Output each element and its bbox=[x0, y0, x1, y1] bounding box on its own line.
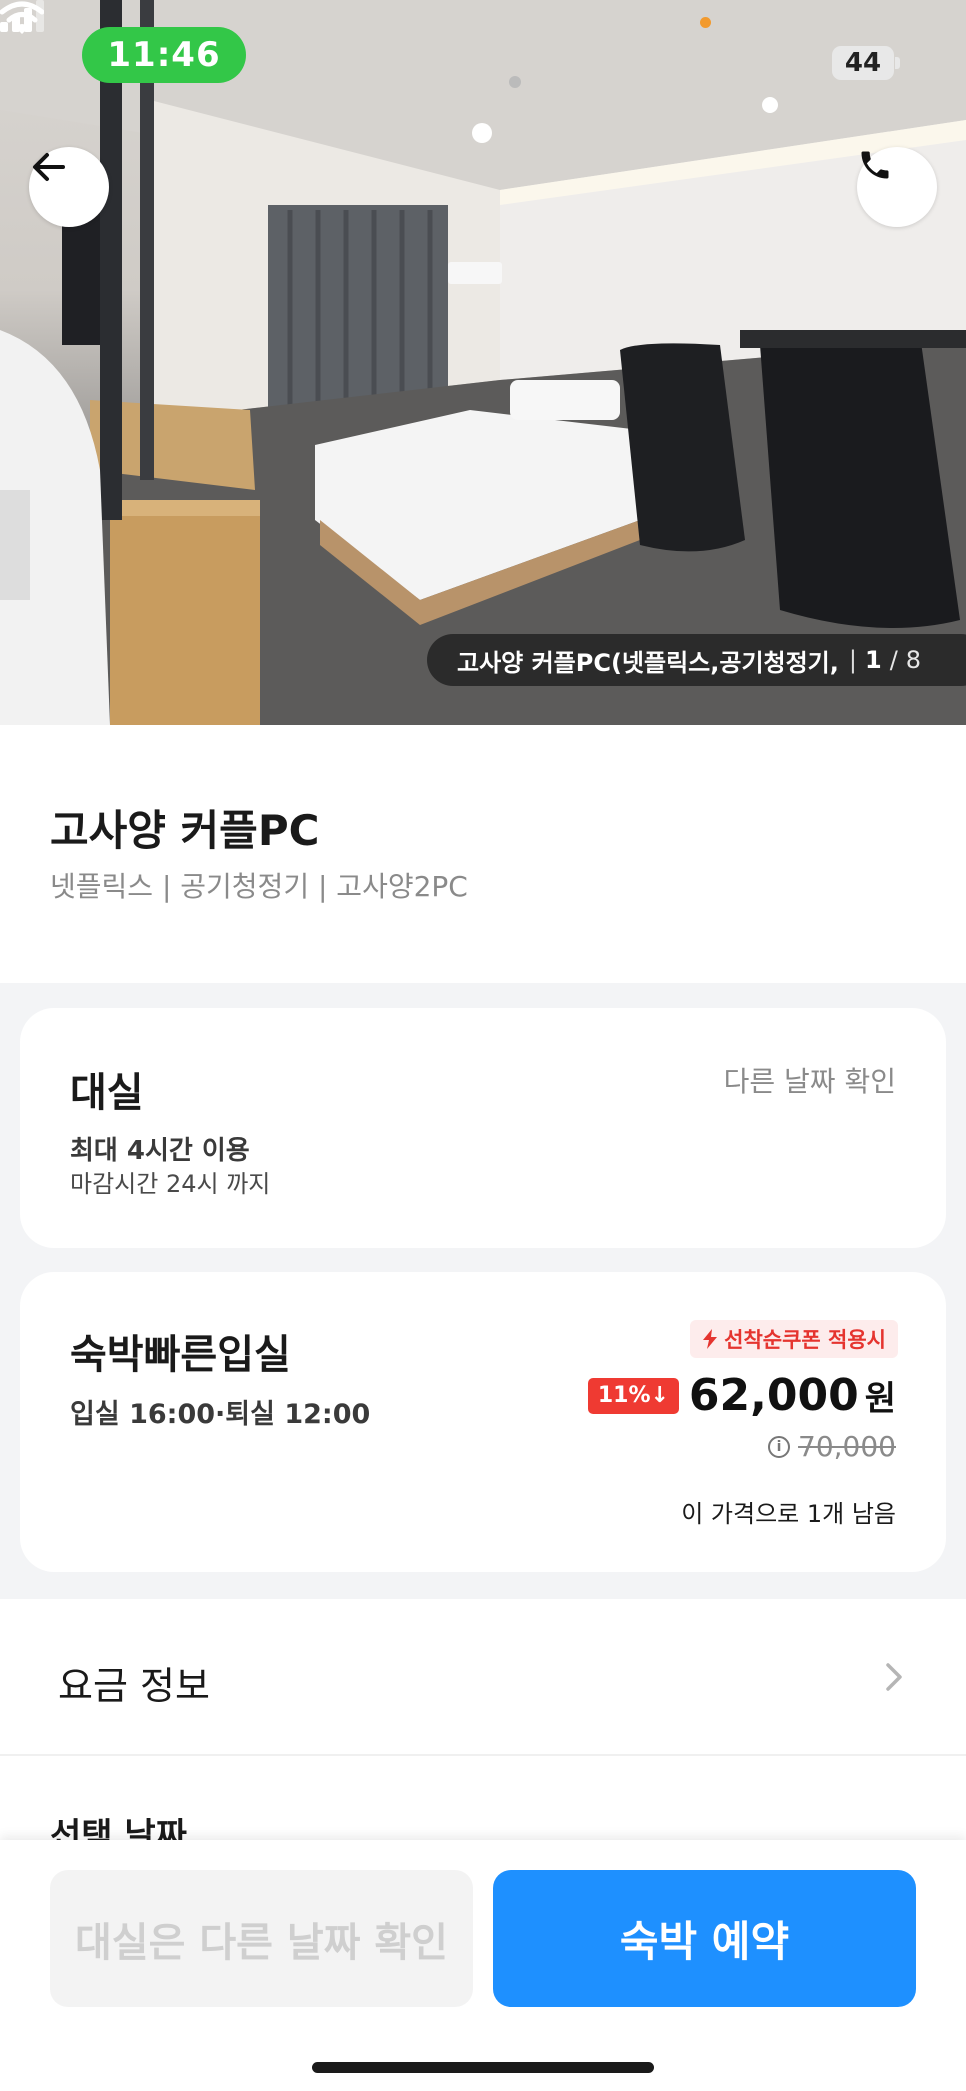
currency-unit: 원 bbox=[864, 1379, 896, 1419]
coupon-badge: 선착순쿠폰 적용시 bbox=[690, 1320, 898, 1358]
discount-badge: 11%↓ bbox=[587, 1377, 679, 1414]
overnight-title: 숙박빠른입실 bbox=[70, 1332, 291, 1378]
home-indicator[interactable] bbox=[312, 2062, 654, 2073]
photo-index: 1 bbox=[864, 646, 882, 674]
room-tags: 넷플릭스 | 공기청정기 | 고사양2PC bbox=[50, 870, 468, 903]
room-photo[interactable]: 11:46 44 고사양 커플PC(넷플릭스,공기청정기, | 1 / 8 bbox=[0, 0, 966, 725]
status-time[interactable]: 11:46 bbox=[82, 27, 246, 83]
privacy-indicator-dot bbox=[700, 17, 711, 28]
photo-separator: / bbox=[889, 646, 898, 674]
daystay-other-date-link[interactable]: 다른 날짜 확인 bbox=[724, 1060, 896, 1100]
daystay-title: 대실 bbox=[70, 1070, 144, 1116]
lightning-icon bbox=[703, 1329, 718, 1349]
price-row: 11%↓ 62,000 원 bbox=[587, 1370, 896, 1421]
book-overnight-button[interactable]: 숙박 예약 bbox=[493, 1870, 916, 2007]
photo-caption-text: 고사양 커플PC(넷플릭스,공기청정기, bbox=[457, 648, 839, 677]
photo-caption[interactable]: 고사양 커플PC(넷플릭스,공기청정기, | 1 / 8 bbox=[427, 634, 966, 686]
bottom-action-bar: 대실은 다른 날짜 확인 숙박 예약 bbox=[0, 1840, 966, 2091]
fee-info-row[interactable]: 요금 정보 bbox=[0, 1599, 966, 1756]
call-button[interactable] bbox=[857, 147, 937, 227]
wifi-icon bbox=[0, 1, 44, 34]
remaining-count: 이 가격으로 1개 남음 bbox=[681, 1500, 896, 1528]
caption-divider: | bbox=[848, 646, 857, 674]
battery-icon: 44 bbox=[832, 46, 900, 80]
status-bar: 11:46 44 bbox=[0, 0, 966, 110]
fee-info-label: 요금 정보 bbox=[58, 1664, 210, 1708]
daystay-max-use: 최대 4시간 이용 bbox=[70, 1136, 250, 1166]
back-button[interactable] bbox=[29, 147, 109, 227]
room-title: 고사양 커플PC bbox=[50, 806, 320, 855]
coupon-text: 선착순쿠폰 적용시 bbox=[724, 1328, 886, 1352]
daystay-deadline: 마감시간 24시 까지 bbox=[70, 1170, 271, 1198]
original-price: 70,000 bbox=[798, 1430, 896, 1463]
battery-level: 44 bbox=[832, 46, 894, 80]
phone-icon bbox=[861, 151, 889, 179]
photo-total: 8 bbox=[905, 646, 922, 674]
daystay-card[interactable]: 대실 다른 날짜 확인 최대 4시간 이용 마감시간 24시 까지 bbox=[20, 1008, 946, 1248]
room-header: 고사양 커플PC 넷플릭스 | 공기청정기 | 고사양2PC bbox=[0, 725, 966, 983]
daystay-other-date-button[interactable]: 대실은 다른 날짜 확인 bbox=[50, 1870, 473, 2007]
chevron-right-icon bbox=[886, 1663, 902, 1691]
battery-nub bbox=[895, 57, 900, 69]
sale-price: 62,000 bbox=[688, 1370, 859, 1421]
overnight-checkin-checkout: 입실 16:00·퇴실 12:00 bbox=[70, 1399, 371, 1430]
overnight-card[interactable]: 숙박빠른입실 입실 16:00·퇴실 12:00 선착순쿠폰 적용시 11%↓ … bbox=[20, 1272, 946, 1572]
original-price-row: i 70,000 bbox=[768, 1430, 896, 1463]
info-icon[interactable]: i bbox=[768, 1435, 791, 1458]
arrow-left-icon bbox=[33, 153, 65, 181]
